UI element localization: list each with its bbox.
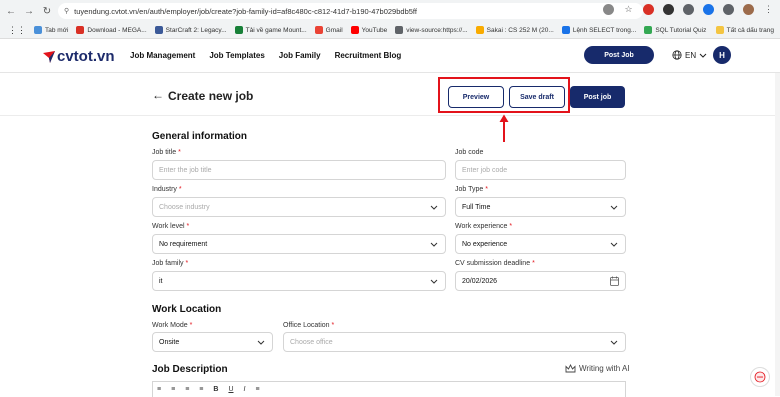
forward-icon[interactable]: →: [22, 4, 36, 18]
writing-with-ai-button[interactable]: Writing with AI: [565, 364, 630, 373]
align-justify-icon[interactable]: ≡: [199, 386, 203, 393]
align-left-icon[interactable]: ≡: [157, 386, 161, 393]
cv-deadline-input[interactable]: 20/02/2026: [455, 271, 626, 291]
bookmark-item[interactable]: view-source:https://...: [395, 26, 468, 34]
job-family-select[interactable]: it: [152, 271, 446, 291]
page-scrollbar[interactable]: [775, 73, 780, 396]
job-type-select[interactable]: Full Time: [455, 197, 626, 217]
bookmark-item[interactable]: StarCraft 2: Legacy...: [154, 26, 227, 34]
align-center-icon[interactable]: ≡: [171, 386, 175, 393]
work-level-select[interactable]: No requirement: [152, 234, 446, 254]
chevron-down-icon: [610, 340, 618, 345]
nav-job-family[interactable]: Job Family: [279, 51, 321, 60]
chevron-down-icon: [699, 53, 707, 58]
office-location-select[interactable]: Choose office: [283, 332, 626, 352]
work-level-label: Work level *: [152, 223, 190, 230]
office-location-label: Office Location *: [283, 322, 335, 329]
chevron-down-icon: [430, 242, 438, 247]
bookmark-item[interactable]: SQL Tutorial Quiz: [644, 26, 706, 34]
chat-icon: [754, 371, 766, 383]
page-title: Create new job: [168, 89, 254, 103]
address-bar[interactable]: ⚲ tuyendung.cvtot.vn/en/auth/employer/jo…: [58, 3, 643, 19]
star-icon[interactable]: ☆: [623, 4, 634, 15]
password-key-icon[interactable]: [603, 4, 614, 15]
url-text: tuyendung.cvtot.vn/en/auth/employer/job/…: [74, 6, 417, 16]
reload-icon[interactable]: ↻: [40, 4, 54, 18]
bookmark-item[interactable]: YouTube: [350, 26, 387, 34]
logo[interactable]: cvtot.vn: [42, 48, 115, 65]
site-info-icon[interactable]: ⚲: [64, 7, 69, 15]
all-bookmarks[interactable]: Tất cả dấu trang: [715, 26, 774, 34]
pen-extension-icon[interactable]: [663, 4, 674, 15]
bookmark-item[interactable]: Lệnh SELECT trong...: [561, 26, 636, 34]
language-selector[interactable]: EN: [672, 50, 707, 60]
crown-icon: [565, 364, 576, 373]
page-header: ← Create new job Preview Save draft Post…: [0, 73, 780, 116]
translate-icon[interactable]: [703, 4, 714, 15]
language-code: EN: [685, 50, 697, 60]
chevron-down-icon: [610, 242, 618, 247]
job-family-label: Job family *: [152, 260, 189, 267]
work-experience-label: Work experience *: [455, 223, 513, 230]
globe-icon: [672, 50, 682, 60]
chevron-down-icon: [257, 340, 265, 345]
work-mode-select[interactable]: Onsite: [152, 332, 273, 352]
post-job-nav-button[interactable]: Post Job: [584, 46, 654, 64]
apps-icon[interactable]: ⋮⋮: [8, 25, 26, 36]
work-location-title: Work Location: [152, 304, 222, 315]
job-code-input[interactable]: Enter job code: [455, 160, 626, 180]
italic-button[interactable]: I: [244, 386, 246, 393]
general-info-title: General information: [152, 131, 248, 142]
chevron-down-icon: [610, 205, 618, 210]
avatar[interactable]: H: [713, 46, 731, 64]
annotation-arrow-icon: [499, 114, 509, 142]
editor-toolbar: ≡ ≡ ≡ ≡ B U I ≡: [152, 381, 626, 397]
browser-extensions: ☆ ⋮: [603, 4, 774, 15]
eyedropper-icon[interactable]: [683, 4, 694, 15]
job-type-label: Job Type *: [455, 186, 488, 193]
site-header: cvtot.vn Job Management Job Templates Jo…: [0, 39, 780, 73]
nav-job-templates[interactable]: Job Templates: [209, 51, 264, 60]
browser-toolbar: ← → ↻ ⚲ tuyendung.cvtot.vn/en/auth/emplo…: [0, 0, 780, 22]
bookmark-favicon: [34, 26, 42, 34]
job-title-input[interactable]: Enter the job title: [152, 160, 446, 180]
bookmarks-bar: ⋮⋮ Tab mới Download - MEGA... StarCraft …: [0, 22, 780, 39]
bookmark-item[interactable]: Tab mới: [34, 26, 68, 34]
logo-mark-icon: [43, 50, 55, 63]
post-job-button[interactable]: Post job: [570, 86, 625, 108]
industry-select[interactable]: Choose industry: [152, 197, 446, 217]
cv-deadline-label: CV submission deadline *: [455, 260, 535, 267]
nav-job-management[interactable]: Job Management: [130, 51, 195, 60]
bookmark-item[interactable]: Download - MEGA...: [76, 26, 147, 34]
back-arrow-icon[interactable]: ←: [152, 88, 164, 102]
logo-text: cvtot.vn: [57, 48, 115, 65]
bold-button[interactable]: B: [213, 386, 218, 393]
bookmark-item[interactable]: Sakai : CS 252 M (20...: [475, 26, 554, 34]
align-right-icon[interactable]: ≡: [185, 386, 189, 393]
chevron-down-icon: [430, 279, 438, 284]
nav-recruitment-blog[interactable]: Recruitment Blog: [335, 51, 402, 60]
puzzle-icon[interactable]: [723, 4, 734, 15]
extension-icon[interactable]: [643, 4, 654, 15]
list-icon[interactable]: ≡: [255, 386, 259, 393]
calendar-icon[interactable]: [610, 276, 619, 286]
menu-icon[interactable]: ⋮: [763, 4, 774, 15]
back-icon[interactable]: ←: [4, 4, 18, 18]
job-title-label: Job title *: [152, 149, 181, 156]
support-widget-icon[interactable]: [750, 367, 770, 387]
work-experience-select[interactable]: No experience: [455, 234, 626, 254]
chevron-down-icon: [430, 205, 438, 210]
annotation-highlight-box: [438, 77, 570, 113]
industry-label: Industry *: [152, 186, 182, 193]
work-mode-label: Work Mode *: [152, 322, 193, 329]
bookmark-item[interactable]: Gmail: [314, 26, 343, 34]
main-nav: Job Management Job Templates Job Family …: [130, 51, 401, 60]
job-description-title: Job Description: [152, 364, 228, 375]
bookmark-item[interactable]: Tải về game Mount...: [234, 26, 307, 34]
underline-button[interactable]: U: [228, 386, 233, 393]
job-code-label: Job code: [455, 149, 484, 156]
profile-icon[interactable]: [743, 4, 754, 15]
